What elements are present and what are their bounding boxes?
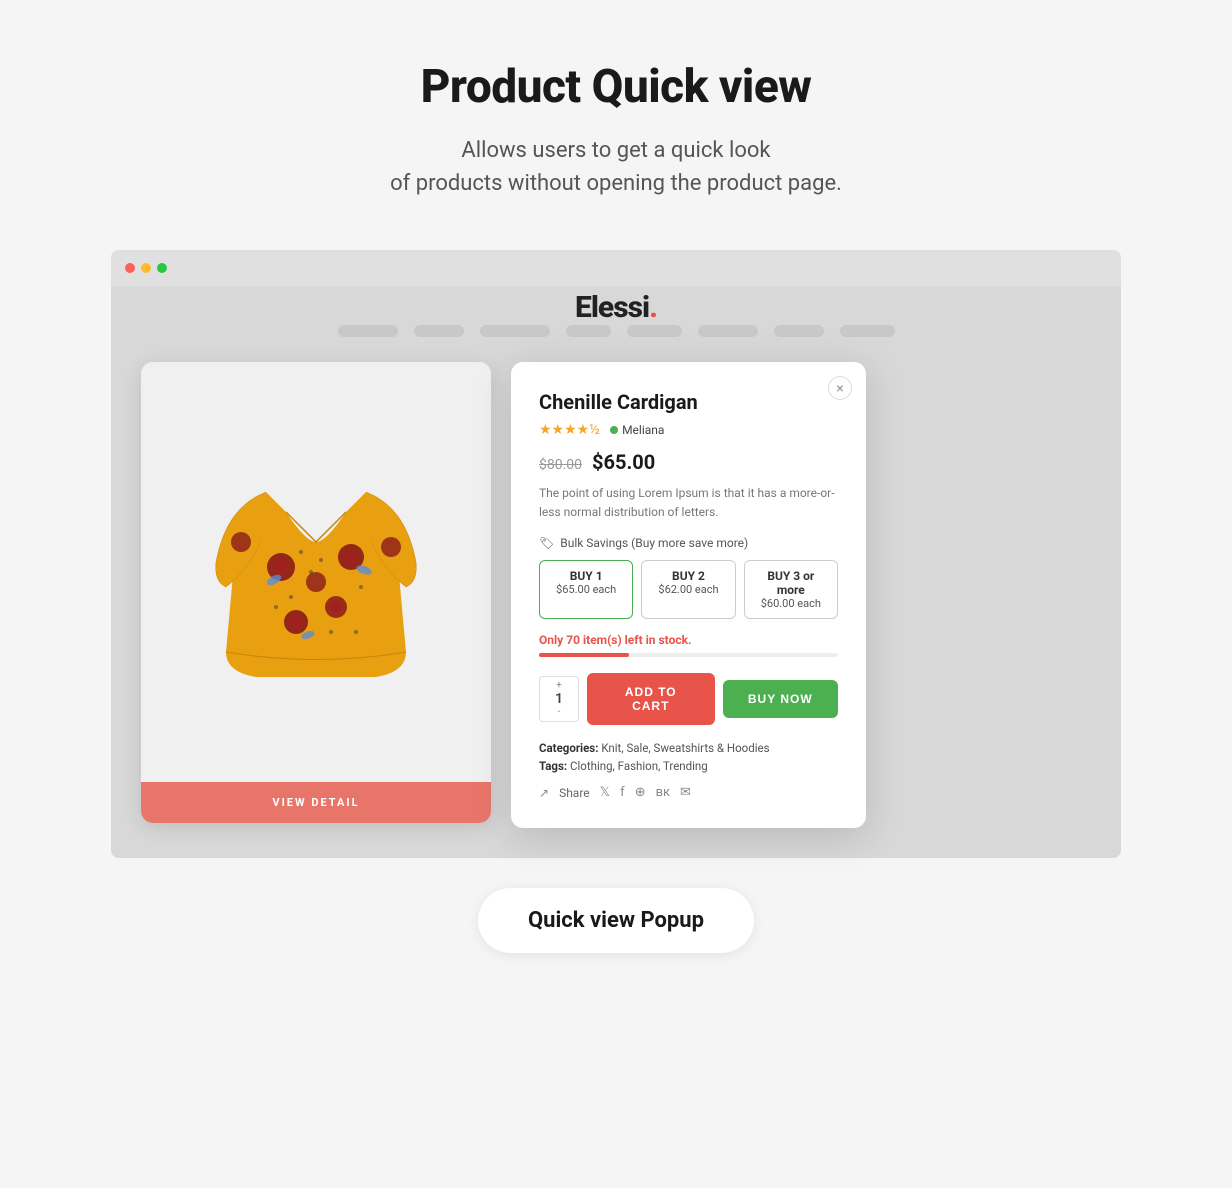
facebook-icon[interactable]: f	[620, 785, 625, 800]
browser-dot-yellow	[141, 263, 151, 273]
nav-placeholder	[566, 325, 611, 337]
page-subtitle: Allows users to get a quick look of prod…	[390, 134, 842, 200]
bulk-option-1-label: BUY 1	[550, 569, 622, 583]
product-description: The point of using Lorem Ipsum is that i…	[539, 484, 838, 522]
buy-now-button[interactable]: BUY NOW	[723, 680, 839, 718]
store-logo: Elessi.	[141, 290, 1091, 325]
price-area: $80.00 $65.00	[539, 450, 838, 474]
nav-placeholder	[338, 325, 398, 337]
page-title: Product Quick view	[421, 60, 812, 114]
share-label: Share	[559, 786, 590, 800]
quantity-value: 1	[555, 691, 563, 707]
nav-placeholder	[414, 325, 464, 337]
add-to-cart-row: + 1 - ADD TO CART BUY NOW	[539, 673, 838, 725]
content-area: VIEW DETAIL × Chenille Cardigan ★★★★½ Me…	[141, 362, 1091, 828]
bulk-option-3[interactable]: BUY 3 or more $60.00 each	[744, 560, 838, 619]
share-row: ↗ Share 𝕏 f ⊕ вк ✉	[539, 785, 838, 800]
bulk-option-1[interactable]: BUY 1 $65.00 each	[539, 560, 633, 619]
browser-dot-green	[157, 263, 167, 273]
nav-placeholder	[774, 325, 824, 337]
popup-meta: ★★★★½ Meliana	[539, 422, 838, 438]
twitter-icon[interactable]: 𝕏	[600, 785, 610, 800]
stock-info: Only 70 item(s) left in stock.	[539, 633, 838, 647]
tag-icon: 🏷	[539, 536, 554, 550]
price-sale: $65.00	[592, 450, 655, 474]
brand-badge: Meliana	[610, 423, 664, 437]
categories-line: Categories: Knit, Sale, Sweatshirts & Ho…	[539, 741, 838, 755]
share-icon: ↗	[539, 786, 549, 800]
nav-placeholder	[627, 325, 682, 337]
nav-placeholders	[141, 325, 1091, 337]
popup-close-button[interactable]: ×	[828, 376, 852, 400]
nav-placeholder	[840, 325, 895, 337]
quantity-plus-icon[interactable]: +	[556, 681, 562, 691]
rating-stars: ★★★★½	[539, 422, 600, 438]
bulk-options[interactable]: BUY 1 $65.00 each BUY 2 $62.00 each BUY …	[539, 560, 838, 619]
stock-bar	[539, 653, 838, 657]
popup-label-pill: Quick view Popup	[478, 888, 754, 953]
bulk-option-3-label: BUY 3 or more	[755, 569, 827, 597]
bulk-option-1-price: $65.00 each	[550, 583, 622, 596]
product-image	[206, 412, 426, 732]
vk-icon[interactable]: вк	[656, 785, 670, 800]
pinterest-icon[interactable]: ⊕	[635, 785, 646, 800]
price-original: $80.00	[539, 457, 582, 473]
product-image-area	[141, 362, 491, 782]
view-detail-button[interactable]: VIEW DETAIL	[141, 782, 491, 823]
product-image-card: VIEW DETAIL	[141, 362, 491, 823]
browser-dot-red	[125, 263, 135, 273]
browser-mockup: Elessi.	[111, 250, 1121, 858]
tags-line: Tags: Clothing, Fashion, Trending	[539, 759, 838, 773]
quick-view-popup: × Chenille Cardigan ★★★★½ Meliana $80.00…	[511, 362, 866, 828]
quantity-control[interactable]: + 1 -	[539, 676, 579, 722]
nav-placeholder	[698, 325, 758, 337]
add-to-cart-button[interactable]: ADD TO CART	[587, 673, 715, 725]
nav-placeholder	[480, 325, 550, 337]
popup-product-title: Chenille Cardigan	[539, 390, 838, 414]
bulk-savings-header: 🏷 Bulk Savings (Buy more save more)	[539, 536, 838, 550]
bulk-option-2[interactable]: BUY 2 $62.00 each	[641, 560, 735, 619]
quantity-minus-icon[interactable]: -	[558, 707, 561, 717]
brand-dot-icon	[610, 426, 618, 434]
store-header: Elessi.	[141, 290, 1091, 337]
bulk-option-2-label: BUY 2	[652, 569, 724, 583]
stock-bar-fill	[539, 653, 629, 657]
bulk-option-3-price: $60.00 each	[755, 597, 827, 610]
email-icon[interactable]: ✉	[680, 785, 691, 800]
browser-nav-bar	[111, 250, 1121, 286]
bulk-option-2-price: $62.00 each	[652, 583, 724, 596]
